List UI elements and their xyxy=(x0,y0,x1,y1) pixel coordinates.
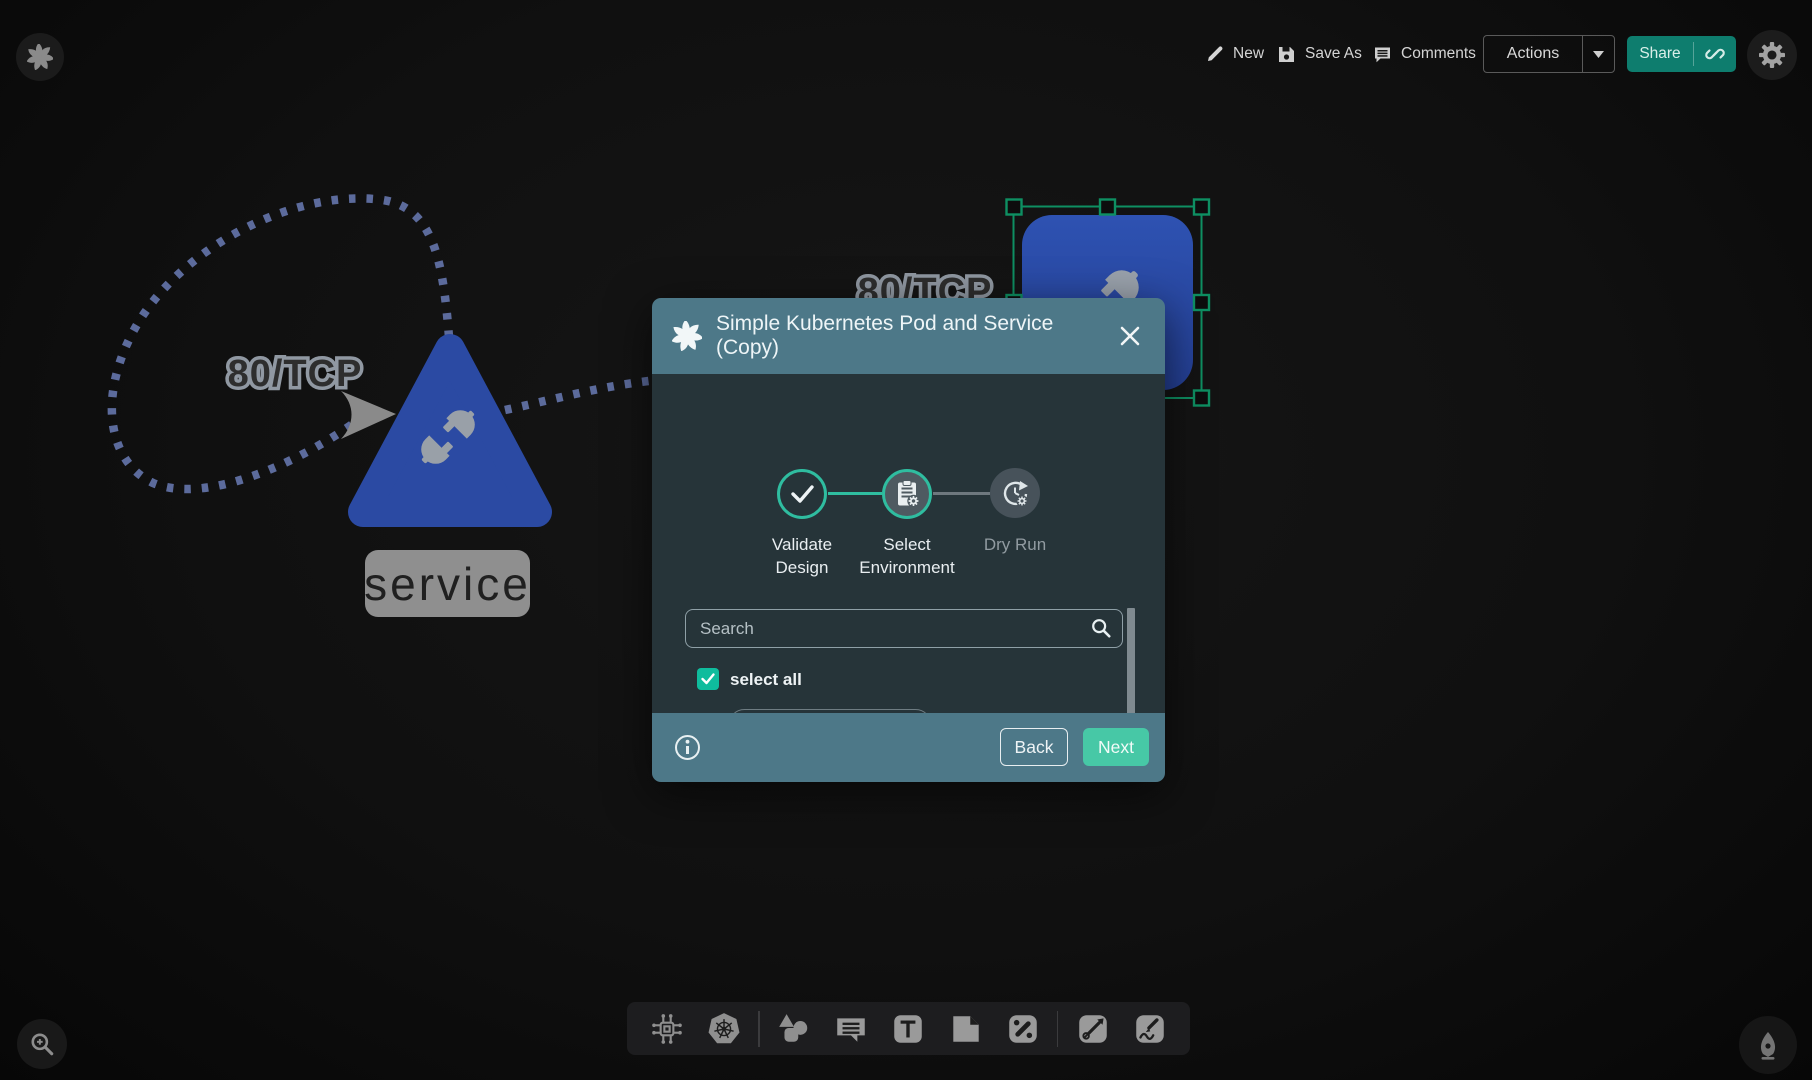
settings-button[interactable] xyxy=(1747,30,1797,80)
text-icon xyxy=(890,1011,926,1047)
meshery-logo-icon xyxy=(672,321,702,351)
new-button[interactable]: New xyxy=(1206,40,1264,68)
port-label: 80/TCP xyxy=(228,353,363,395)
copy-link-button[interactable] xyxy=(1694,44,1736,64)
relationship-icon xyxy=(1005,1011,1041,1047)
step-label-validate-design: Validate Design xyxy=(757,534,847,580)
shapes-icon xyxy=(776,1011,812,1047)
close-button[interactable] xyxy=(1115,321,1145,351)
actions-dropdown[interactable] xyxy=(1583,51,1614,58)
edge-arrowhead xyxy=(341,391,396,439)
save-as-button[interactable]: Save As xyxy=(1277,40,1362,68)
comments-label: Comments xyxy=(1401,45,1476,63)
meshery-logo-icon xyxy=(27,44,53,70)
new-label: New xyxy=(1233,45,1264,63)
step-label-select-environment: Select Environment xyxy=(852,534,962,580)
draw-icon xyxy=(1132,1011,1168,1047)
canvas-toolbar xyxy=(627,1002,1190,1055)
comment-icon xyxy=(1373,45,1392,64)
pen-nib-icon xyxy=(1753,1030,1783,1060)
info-icon[interactable] xyxy=(674,734,701,761)
actions-button[interactable]: Actions xyxy=(1483,35,1615,73)
modal-header: Simple Kubernetes Pod and Service (Copy) xyxy=(652,298,1165,374)
text-tool[interactable] xyxy=(885,1006,931,1052)
step-dry-run[interactable] xyxy=(990,468,1040,518)
comments-button[interactable]: Comments xyxy=(1373,40,1476,68)
select-all-label: select all xyxy=(730,668,802,690)
pen-tool-icon xyxy=(1075,1011,1111,1047)
components-tool[interactable] xyxy=(644,1006,690,1052)
share-label: Share xyxy=(1627,45,1693,63)
modal-title: Simple Kubernetes Pod and Service (Copy) xyxy=(716,312,1115,360)
relationship-tool[interactable] xyxy=(1000,1006,1046,1052)
meshery-canvas-app: 80/TCP 80/TCP service New Save As Commen… xyxy=(0,0,1812,1080)
close-icon xyxy=(1118,324,1142,348)
comment-tool[interactable] xyxy=(828,1006,874,1052)
meshery-menu-button[interactable] xyxy=(16,33,64,81)
actions-label: Actions xyxy=(1484,45,1582,63)
pen-tool[interactable] xyxy=(1070,1006,1116,1052)
next-button[interactable]: Next xyxy=(1083,728,1149,766)
zoom-in-icon xyxy=(29,1031,55,1057)
service-node[interactable] xyxy=(363,349,537,512)
clipboard-gear-icon xyxy=(892,479,922,509)
note-tool[interactable] xyxy=(943,1006,989,1052)
kubernetes-icon xyxy=(706,1011,742,1047)
components-icon xyxy=(649,1011,685,1047)
step-connector xyxy=(828,492,882,495)
step-validate-design[interactable] xyxy=(777,469,827,519)
comment-icon xyxy=(833,1011,869,1047)
dry-run-icon xyxy=(1000,478,1030,508)
zoom-button[interactable] xyxy=(17,1019,67,1069)
step-select-environment[interactable] xyxy=(882,469,932,519)
annotation-pen-button[interactable] xyxy=(1739,1016,1797,1074)
service-node-label: service xyxy=(365,550,530,617)
deploy-modal: Validate Design Select Environment Dry R… xyxy=(652,298,1165,782)
toolbar-divider xyxy=(758,1011,760,1047)
check-icon xyxy=(789,481,815,507)
chevron-down-icon xyxy=(1593,51,1604,58)
link-icon xyxy=(1705,44,1725,64)
modal-footer: Back Next xyxy=(652,713,1165,782)
kubernetes-tool[interactable] xyxy=(701,1006,747,1052)
pencil-icon xyxy=(1206,45,1224,63)
note-icon xyxy=(948,1011,984,1047)
save-as-label: Save As xyxy=(1305,45,1362,63)
gear-icon xyxy=(1759,42,1785,68)
save-icon xyxy=(1277,45,1296,64)
search-icon[interactable] xyxy=(1090,617,1112,639)
shapes-tool[interactable] xyxy=(771,1006,817,1052)
step-label-dry-run: Dry Run xyxy=(972,534,1058,557)
step-connector xyxy=(933,492,990,495)
search-input[interactable] xyxy=(685,609,1123,648)
share-button[interactable]: Share xyxy=(1627,36,1736,72)
draw-tool[interactable] xyxy=(1127,1006,1173,1052)
toolbar-divider xyxy=(1057,1011,1059,1047)
environment-search xyxy=(685,609,1123,648)
back-button[interactable]: Back xyxy=(1000,728,1068,766)
modal-body: Validate Design Select Environment Dry R… xyxy=(652,374,1165,713)
check-icon xyxy=(700,671,716,687)
select-all-checkbox[interactable] xyxy=(697,668,719,690)
